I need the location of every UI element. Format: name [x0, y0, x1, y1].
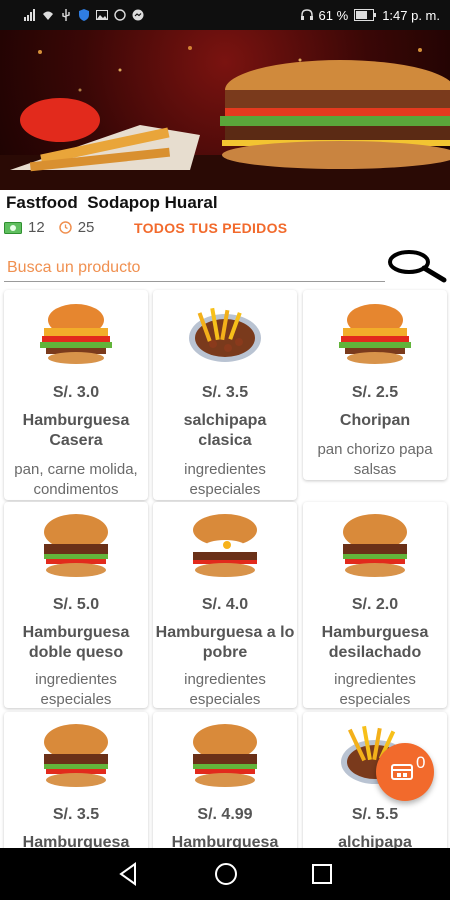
product-description: ingredientes especiales — [35, 671, 117, 708]
orders-link[interactable]: TODOS TUS PEDIDOS — [134, 220, 287, 236]
messenger-icon — [132, 9, 144, 21]
choripan-image — [339, 304, 411, 364]
product-card[interactable]: S/. 3.0 Hamburguesa Casera pan, carne mo… — [4, 290, 148, 500]
hamburger-image — [44, 724, 108, 787]
cart-button[interactable]: 0 — [376, 743, 434, 801]
navigation-bar — [0, 848, 450, 900]
hamburger-image — [44, 514, 108, 577]
battery-percent: 61 % — [318, 7, 349, 23]
product-price: S/. 4.0 — [201, 596, 249, 613]
clock-time: 1:47 p. m. — [382, 7, 440, 23]
product-price: S/. 3.5 — [201, 384, 249, 401]
product-description: ingredientes especiales — [184, 671, 266, 708]
store-name: Fastfood Sodapop Huaral — [6, 193, 218, 212]
product-price: S/. 4.99 — [197, 806, 253, 823]
salchipapa-image — [189, 307, 261, 362]
clock-icon — [58, 221, 72, 234]
hero-banner — [0, 30, 450, 190]
hamburger-image — [40, 304, 112, 364]
battery-icon — [354, 9, 377, 21]
product-description: ingredientes especiales — [334, 671, 416, 708]
hamburger-image — [193, 514, 257, 577]
back-icon[interactable] — [115, 860, 143, 888]
count-a: 12 — [28, 219, 45, 236]
product-name: Hamburguesa desilachado — [321, 624, 429, 661]
product-description: pan chorizo papa salsas — [317, 441, 433, 478]
product-card[interactable]: S/. 3.5 salchipapa clasica ingredientes … — [153, 290, 297, 500]
headphones-icon — [300, 9, 313, 20]
product-price: S/. 2.5 — [351, 384, 399, 401]
hero-burger-image — [0, 46, 450, 190]
product-name: salchipapa clasica — [183, 412, 267, 449]
whatsapp-icon — [114, 9, 126, 21]
product-card[interactable]: S/. 2.5 Choripan pan chorizo papa salsas — [303, 290, 447, 480]
search-button[interactable] — [386, 246, 448, 286]
product-name: Choripan — [339, 412, 411, 429]
product-name: Hamburguesa Casera — [22, 412, 130, 449]
status-icons-right: 61 % 1:47 p. m. — [300, 7, 440, 23]
product-price: S/. 5.0 — [52, 596, 100, 613]
status-icons-left — [24, 9, 144, 21]
search-input[interactable] — [4, 254, 385, 282]
product-name: Hamburguesa — [22, 834, 130, 848]
product-description: pan, carne molida, condimentos — [14, 461, 138, 498]
shield-icon — [79, 9, 89, 21]
hamburger-image — [343, 514, 407, 577]
product-name: alchipapa — [338, 834, 412, 848]
signal-icon — [24, 9, 35, 21]
product-price: S/. 5.5 — [351, 806, 399, 823]
product-price: S/. 3.0 — [52, 384, 100, 401]
product-price: S/. 2.0 — [351, 596, 399, 613]
wifi-icon — [43, 11, 53, 20]
count-b: 25 — [77, 219, 95, 236]
status-bar: 61 % 1:47 p. m. — [0, 0, 450, 30]
search-icon — [388, 250, 447, 283]
store-meta: 12 25 — [4, 219, 108, 236]
usb-icon — [62, 9, 70, 21]
product-card[interactable]: S/. 4.99 Hamburguesa — [153, 712, 297, 848]
image-icon — [96, 10, 108, 20]
product-card[interactable]: S/. 5.0 Hamburguesa doble queso ingredie… — [4, 502, 148, 708]
home-icon[interactable] — [212, 860, 240, 888]
money-icon — [4, 221, 22, 234]
recents-icon[interactable] — [308, 860, 336, 888]
cart-count: 0 — [416, 753, 426, 772]
cart-icon — [391, 764, 413, 780]
product-card[interactable]: S/. 4.0 Hamburguesa a lo pobre ingredien… — [153, 502, 297, 708]
product-price: S/. 3.5 — [52, 806, 100, 823]
product-name: Hamburguesa doble queso — [22, 624, 130, 661]
product-name: Hamburguesa a lo pobre — [155, 624, 295, 661]
product-card[interactable]: S/. 3.5 Hamburguesa — [4, 712, 148, 848]
product-card[interactable]: S/. 2.0 Hamburguesa desilachado ingredie… — [303, 502, 447, 708]
product-name: Hamburguesa — [171, 834, 279, 848]
hamburger-image — [193, 724, 257, 787]
product-description: ingredientes especiales — [184, 461, 266, 498]
